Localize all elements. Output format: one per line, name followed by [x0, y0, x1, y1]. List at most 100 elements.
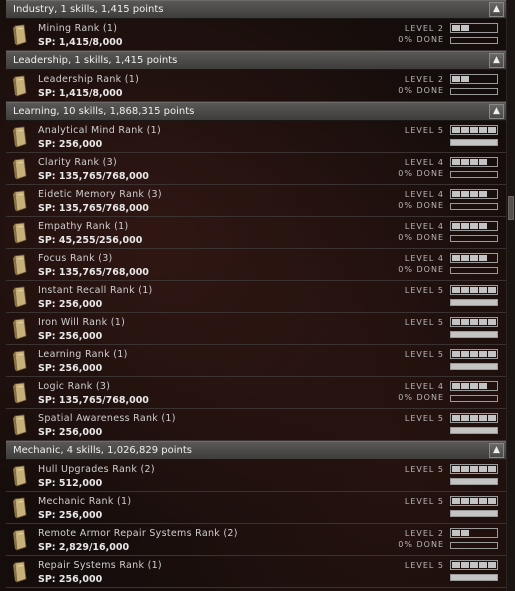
skill-name: Mining Rank (1) — [38, 23, 118, 34]
skill-row[interactable]: Repair Systems Rank (1) SP: 256,000 LEVEL … — [6, 556, 506, 588]
skill-points: SP: 1,415/8,000 — [38, 37, 123, 48]
level-pip — [488, 287, 496, 293]
skill-points: SP: 256,000 — [38, 299, 103, 310]
skill-book-icon — [12, 75, 28, 97]
skill-level-label: LEVEL 4 — [404, 158, 444, 167]
skill-points: SP: 256,000 — [38, 331, 103, 342]
skill-name: Repair Systems Rank (1) — [38, 560, 162, 571]
group-header[interactable]: Leadership, 1 skills, 1,415 points ▲ — [6, 51, 506, 70]
skill-points: SP: 256,000 — [38, 574, 103, 585]
level-indicator — [450, 528, 498, 538]
group-header[interactable]: Learning, 10 skills, 1,868,315 points ▲ — [6, 102, 506, 121]
skill-row[interactable]: Spatial Awareness Rank (1) SP: 256,000 LEV… — [6, 409, 506, 441]
level-pip — [488, 255, 496, 261]
skill-done-label: 0% DONE — [398, 201, 444, 210]
skill-name: Iron Will Rank (1) — [38, 317, 126, 328]
skill-row[interactable]: Iron Will Rank (1) SP: 256,000 LEVEL 5 — [6, 313, 506, 345]
scrollbar-thumb[interactable] — [508, 196, 514, 220]
skill-name: Leadership Rank (1) — [38, 74, 140, 85]
level-pip — [470, 498, 478, 504]
level-indicator — [450, 23, 498, 33]
level-pip — [461, 351, 469, 357]
skill-level-label: LEVEL 5 — [404, 126, 444, 135]
skill-done-label: 0% DONE — [398, 393, 444, 402]
group-header[interactable]: Industry, 1 skills, 1,415 points ▲ — [6, 0, 506, 19]
group-title: Learning, 10 skills, 1,868,315 points — [13, 106, 195, 117]
skill-row[interactable]: Focus Rank (3) SP: 135,765/768,000 LEVEL 4… — [6, 249, 506, 281]
training-progress-bar — [450, 331, 498, 338]
skill-book-icon — [12, 497, 28, 519]
level-pip — [470, 191, 478, 197]
level-pip — [461, 287, 469, 293]
skill-done-label: 0% DONE — [398, 169, 444, 178]
level-pip — [452, 287, 460, 293]
skill-name: Mechanic Rank (1) — [38, 496, 132, 507]
skill-row[interactable]: Learning Rank (1) SP: 256,000 LEVEL 5 — [6, 345, 506, 377]
level-pip — [461, 159, 469, 165]
skill-row[interactable]: Eidetic Memory Rank (3) SP: 135,765/768,0… — [6, 185, 506, 217]
level-indicator — [450, 125, 498, 135]
skill-row[interactable]: Clarity Rank (3) SP: 135,765/768,000 LEVEL… — [6, 153, 506, 185]
level-pip — [479, 351, 487, 357]
level-indicator — [450, 221, 498, 231]
skill-level-label: LEVEL 5 — [404, 561, 444, 570]
training-progress-bar — [450, 510, 498, 517]
level-pip — [479, 127, 487, 133]
chevron-up-icon[interactable]: ▲ — [489, 2, 504, 17]
chevron-up-icon[interactable]: ▲ — [489, 53, 504, 68]
level-pip — [470, 319, 478, 325]
level-indicator — [450, 253, 498, 263]
skill-book-icon — [12, 254, 28, 276]
level-pip — [461, 223, 469, 229]
level-pip — [470, 466, 478, 472]
level-pip — [488, 415, 496, 421]
level-pip — [488, 530, 496, 536]
skill-points: SP: 135,765/768,000 — [38, 267, 149, 278]
skill-book-icon — [12, 318, 28, 340]
level-indicator — [450, 189, 498, 199]
level-pip — [479, 530, 487, 536]
scrollbar[interactable] — [506, 0, 515, 591]
level-pip — [452, 351, 460, 357]
skill-row[interactable]: Remote Armor Repair Systems Rank (2) SP: … — [6, 524, 506, 556]
training-progress-bar — [450, 203, 498, 210]
skill-row[interactable]: Mining Rank (1) SP: 1,415/8,000 LEVEL 2 0% … — [6, 19, 506, 51]
skill-row[interactable]: Empathy Rank (1) SP: 45,255/256,000 LEVEL … — [6, 217, 506, 249]
skill-row[interactable]: Leadership Rank (1) SP: 1,415/8,000 LEVEL … — [6, 70, 506, 102]
level-pip — [461, 562, 469, 568]
skill-points: SP: 256,000 — [38, 363, 103, 374]
skill-name: Remote Armor Repair Systems Rank (2) — [38, 528, 238, 539]
skill-book-icon — [12, 382, 28, 404]
level-pip — [479, 498, 487, 504]
level-indicator — [450, 285, 498, 295]
skill-name: Eidetic Memory Rank (3) — [38, 189, 162, 200]
chevron-up-icon[interactable]: ▲ — [489, 443, 504, 458]
skill-row[interactable]: Hull Upgrades Rank (2) SP: 512,000 LEVEL 5 — [6, 460, 506, 492]
level-pip — [470, 76, 478, 82]
group-title: Industry, 1 skills, 1,415 points — [13, 4, 164, 15]
skill-done-label: 0% DONE — [398, 35, 444, 44]
skill-level-label: LEVEL 5 — [404, 350, 444, 359]
skill-row[interactable]: Logic Rank (3) SP: 135,765/768,000 LEVEL 4… — [6, 377, 506, 409]
level-indicator — [450, 560, 498, 570]
skill-done-label: 0% DONE — [398, 540, 444, 549]
group-header[interactable]: Mechanic, 4 skills, 1,026,829 points ▲ — [6, 441, 506, 460]
skill-row[interactable]: Instant Recall Rank (1) SP: 256,000 LEVEL … — [6, 281, 506, 313]
skill-book-icon — [12, 414, 28, 436]
skill-points: SP: 2,829/16,000 — [38, 542, 130, 553]
level-pip — [479, 319, 487, 325]
level-pip — [479, 562, 487, 568]
training-progress-bar — [450, 171, 498, 178]
training-progress-fill — [451, 364, 497, 369]
skill-level-label: LEVEL 5 — [404, 497, 444, 506]
training-progress-fill — [451, 332, 497, 337]
level-pip — [488, 498, 496, 504]
skill-points: SP: 256,000 — [38, 427, 103, 438]
skill-row[interactable]: Analytical Mind Rank (1) SP: 256,000 LEVEL… — [6, 121, 506, 153]
training-progress-bar — [450, 235, 498, 242]
skill-row[interactable]: Mechanic Rank (1) SP: 256,000 LEVEL 5 — [6, 492, 506, 524]
skill-name: Hull Upgrades Rank (2) — [38, 464, 155, 475]
skill-name: Focus Rank (3) — [38, 253, 113, 264]
level-pip — [461, 76, 469, 82]
chevron-up-icon[interactable]: ▲ — [489, 104, 504, 119]
